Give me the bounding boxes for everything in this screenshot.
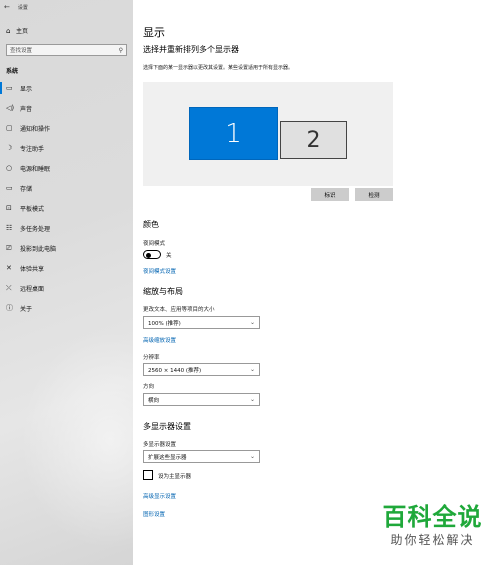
sidebar-item-label: 存储 — [20, 185, 33, 193]
sidebar-item-label: 电源和睡眠 — [20, 165, 51, 173]
color-heading: 颜色 — [143, 220, 159, 229]
home-label: 主页 — [16, 28, 29, 35]
search-input[interactable]: 查找设置 ⚲ — [6, 44, 127, 56]
sidebar: ← 设置 ⌂ 主页 查找设置 ⚲ 系统 ▭ 显示 ◁) 声音 ▢ 通知和操作 ☽… — [0, 0, 133, 565]
title-bar: ← 设置 — [4, 2, 28, 12]
watermark-title: 百科全说 — [382, 503, 483, 531]
scale-select[interactable]: 100% (推荐) ⌄ — [143, 316, 260, 329]
chevron-down-icon: ⌄ — [249, 453, 255, 460]
sidebar-item-storage[interactable]: ▭ 存储 — [0, 178, 133, 198]
info-icon: ⓘ — [6, 304, 13, 312]
night-light-toggle[interactable] — [143, 250, 161, 259]
sidebar-item-notifications[interactable]: ▢ 通知和操作 — [0, 118, 133, 138]
sidebar-item-sound[interactable]: ◁) 声音 — [0, 98, 133, 118]
sidebar-item-power[interactable]: ○ 电源和睡眠 — [0, 158, 133, 178]
sidebar-item-label: 投影到此电脑 — [20, 245, 57, 253]
storage-icon: ▭ — [6, 184, 13, 192]
sidebar-item-tablet[interactable]: ⊡ 平板模式 — [0, 198, 133, 218]
identify-button[interactable]: 标识 — [311, 188, 349, 201]
arrange-description: 选择下面的某一显示器以更改其设置。某些设置适用于所有显示器。 — [143, 65, 294, 71]
power-icon: ○ — [6, 164, 13, 172]
background-glow — [20, 330, 133, 550]
orientation-select[interactable]: 横向 ⌄ — [143, 393, 260, 406]
main-panel: 显示 选择并重新排列多个显示器 选择下面的某一显示器以更改其设置。某些设置适用于… — [133, 0, 500, 565]
detect-button[interactable]: 检测 — [355, 188, 393, 201]
window-title: 设置 — [17, 4, 28, 11]
moon-icon: ☽ — [6, 144, 13, 152]
scale-heading: 缩放与布局 — [143, 287, 183, 296]
chevron-down-icon: ⌄ — [249, 396, 255, 403]
advanced-scaling-link[interactable]: 高级缩放设置 — [143, 336, 176, 344]
night-light-state: 关 — [166, 253, 172, 259]
graphics-settings-link[interactable]: 图形设置 — [143, 510, 165, 518]
resolution-select[interactable]: 2560 × 1440 (推荐) ⌄ — [143, 363, 260, 376]
monitor-icon: ▭ — [6, 84, 13, 92]
sidebar-item-label: 远程桌面 — [20, 285, 45, 293]
monitor-1[interactable]: 1 — [189, 107, 278, 160]
share-icon: ✕ — [6, 264, 12, 272]
arrange-heading: 选择并重新排列多个显示器 — [143, 45, 239, 54]
section-label: 系统 — [6, 68, 19, 75]
resolution-value: 2560 × 1440 (推荐) — [148, 367, 202, 374]
multi-display-label: 多显示器设置 — [143, 442, 177, 448]
sidebar-item-label: 关于 — [20, 305, 33, 313]
project-icon: ⎚ — [6, 243, 12, 252]
search-placeholder: 查找设置 — [10, 48, 33, 54]
monitor-arrangement: 1 2 — [143, 82, 393, 186]
monitor-2[interactable]: 2 — [280, 121, 347, 159]
sidebar-item-focus[interactable]: ☽ 专注助手 — [0, 138, 133, 158]
home-icon: ⌂ — [6, 26, 11, 35]
sidebar-item-multitask[interactable]: ☷ 多任务处理 — [0, 218, 133, 238]
multi-display-select[interactable]: 扩展这些显示器 ⌄ — [143, 450, 260, 463]
multi-display-value: 扩展这些显示器 — [148, 454, 187, 461]
scale-label: 更改文本、应用等项目的大小 — [143, 307, 215, 313]
sidebar-item-about[interactable]: ⓘ 关于 — [0, 298, 133, 318]
sidebar-item-label: 专注助手 — [20, 145, 45, 153]
sidebar-item-display[interactable]: ▭ 显示 — [0, 78, 133, 98]
search-icon: ⚲ — [118, 46, 123, 54]
sidebar-item-remote[interactable]: ⤫ 远程桌面 — [0, 278, 133, 298]
night-light-label: 夜间模式 — [143, 241, 166, 247]
watermark: 百科全说 助你轻松解决 — [370, 503, 495, 549]
sidebar-item-label: 声音 — [20, 105, 33, 113]
sidebar-item-label: 显示 — [20, 85, 33, 93]
notification-icon: ▢ — [6, 124, 13, 132]
page-title: 显示 — [143, 26, 165, 39]
speaker-icon: ◁) — [6, 104, 15, 112]
sidebar-item-label: 通知和操作 — [20, 125, 51, 133]
watermark-subtitle: 助你轻松解决 — [390, 533, 475, 547]
resolution-label: 分辨率 — [143, 355, 160, 361]
tablet-icon: ⊡ — [6, 204, 12, 212]
sidebar-item-project[interactable]: ⎚ 投影到此电脑 — [0, 238, 133, 258]
back-arrow-icon[interactable]: ← — [4, 3, 10, 11]
orientation-value: 横向 — [148, 397, 160, 404]
night-light-settings-link[interactable]: 夜间模式设置 — [143, 267, 176, 275]
sidebar-item-share[interactable]: ✕ 体验共享 — [0, 258, 133, 278]
scale-value: 100% (推荐) — [148, 320, 181, 327]
sidebar-item-label: 平板模式 — [20, 205, 45, 213]
primary-display-label: 设为主显示器 — [158, 474, 192, 480]
primary-display-checkbox[interactable] — [143, 470, 153, 480]
chevron-down-icon: ⌄ — [249, 366, 255, 373]
advanced-display-link[interactable]: 高级显示设置 — [143, 492, 176, 500]
multi-display-heading: 多显示器设置 — [143, 422, 191, 431]
toggle-knob — [146, 252, 151, 258]
sidebar-item-label: 多任务处理 — [20, 225, 51, 233]
sidebar-home[interactable]: ⌂ 主页 — [6, 26, 29, 36]
sidebar-item-label: 体验共享 — [20, 265, 45, 273]
multitask-icon: ☷ — [6, 224, 13, 232]
orientation-label: 方向 — [143, 384, 155, 390]
remote-icon: ⤫ — [6, 283, 12, 292]
chevron-down-icon: ⌄ — [249, 319, 255, 326]
